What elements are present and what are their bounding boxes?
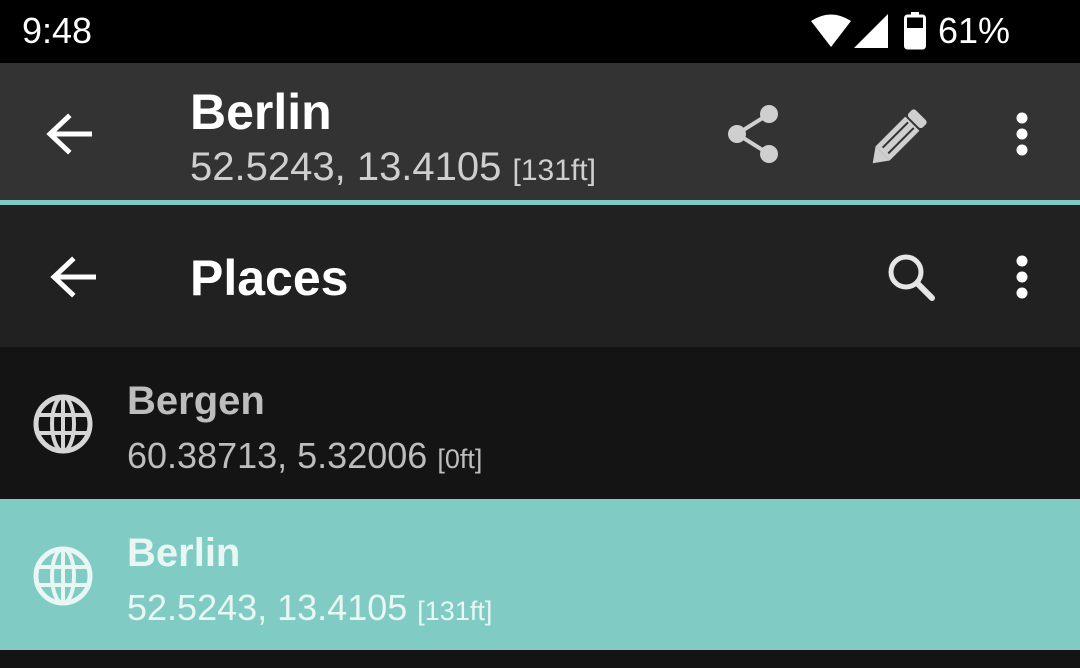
battery-percent: 61%: [938, 10, 1011, 51]
share-button[interactable]: [718, 99, 788, 169]
signal-icon: [854, 14, 888, 48]
places-title: Places: [190, 250, 349, 306]
place-name: Berlin: [127, 531, 241, 575]
globe-icon: [33, 546, 93, 606]
share-icon: [728, 105, 778, 163]
place-coords: 52.5243, 13.4105 [131ft]: [127, 587, 492, 629]
back-arrow-icon: [46, 113, 92, 155]
places-list: Bergen 60.38713, 5.32006 [0ft] Berlin 52…: [0, 347, 1080, 650]
detail-overflow-button[interactable]: [1000, 99, 1044, 169]
back-button[interactable]: [34, 99, 104, 169]
back-arrow-icon: [50, 256, 96, 298]
detail-toolbar: Berlin 52.5243, 13.4105 [131ft]: [0, 63, 1080, 200]
place-name: Bergen: [127, 379, 265, 423]
elevation-text: [0ft]: [437, 444, 483, 474]
list-item[interactable]: Bergen 60.38713, 5.32006 [0ft]: [0, 347, 1080, 498]
status-bar: 9:48 61%: [0, 0, 1080, 63]
wifi-icon: [811, 14, 851, 47]
overflow-menu-icon: [1016, 112, 1028, 156]
places-toolbar: Places: [0, 205, 1080, 347]
places-back-button[interactable]: [38, 242, 108, 312]
coords-text: 60.38713, 5.32006: [127, 435, 428, 476]
places-overflow-button[interactable]: [1000, 242, 1044, 312]
place-title: Berlin: [190, 84, 332, 140]
search-icon: [888, 254, 935, 301]
pencil-icon: [872, 109, 927, 164]
coords-text: 52.5243, 13.4105: [127, 587, 408, 628]
place-coordinates: 52.5243, 13.4105 [131ft]: [190, 145, 596, 190]
overflow-menu-icon: [1016, 255, 1028, 299]
coords-text: 52.5243, 13.4105: [190, 145, 502, 189]
globe-icon: [33, 394, 93, 454]
search-button[interactable]: [876, 242, 946, 312]
elevation-text: [131ft]: [512, 154, 596, 187]
list-item-selected[interactable]: Berlin 52.5243, 13.4105 [131ft]: [0, 499, 1080, 650]
edit-button[interactable]: [865, 99, 937, 171]
status-time: 9:48: [22, 10, 93, 51]
place-coords: 60.38713, 5.32006 [0ft]: [127, 435, 482, 477]
battery-icon: [904, 12, 926, 50]
elevation-text: [131ft]: [417, 596, 493, 626]
